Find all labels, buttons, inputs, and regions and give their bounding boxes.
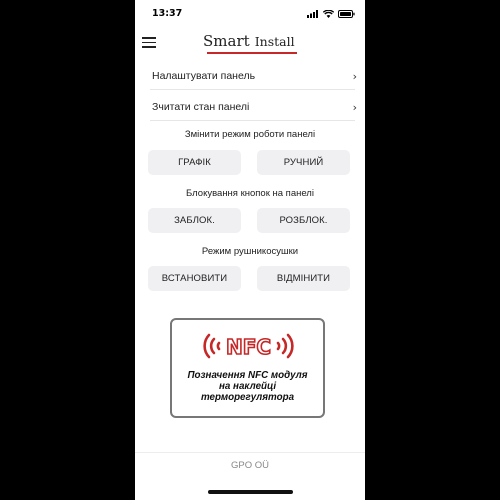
lock-section-title: Блокування кнопок на панелі [186, 188, 314, 199]
cancel-towel-mode-button[interactable]: ВІДМІНИТИ [257, 266, 350, 291]
nfc-logo-icon: NFC [203, 333, 294, 360]
footer-divider [135, 452, 365, 453]
cellular-signal-icon [307, 10, 318, 18]
nfc-caption-line: на наклейці [218, 381, 277, 392]
lock-buttons-button[interactable]: ЗАБЛОК. [148, 208, 241, 233]
phone-screen: 13:37 Smart Install Налаштувати панель ›… [135, 0, 365, 500]
app-logo: Smart Install [203, 31, 297, 54]
unlock-buttons-button[interactable]: РОЗБЛОК. [257, 208, 350, 233]
manual-mode-button[interactable]: РУЧНИЙ [257, 150, 350, 175]
logo-underline [207, 52, 297, 54]
schedule-mode-button[interactable]: ГРАФІК [148, 150, 241, 175]
wifi-icon [323, 10, 334, 18]
status-bar: 13:37 [135, 0, 365, 26]
divider [150, 89, 355, 90]
nfc-info-card: NFC Позначення NFC модуля на наклейці те… [170, 318, 325, 418]
chevron-right-icon: › [352, 100, 357, 114]
nfc-caption: Позначення NFC модуля на наклейці термор… [172, 370, 323, 403]
app-header: Smart Install [135, 26, 365, 60]
hamburger-menu-icon[interactable] [142, 37, 156, 49]
nav-configure-panel[interactable]: Налаштувати панель › [152, 63, 357, 89]
status-time: 13:37 [152, 8, 183, 19]
battery-icon [338, 10, 355, 18]
set-towel-mode-button[interactable]: ВСТАНОВИТИ [148, 266, 241, 291]
home-indicator[interactable] [208, 490, 293, 494]
logo-word-smart: Smart [203, 32, 250, 50]
nav-configure-panel-label: Налаштувати панель [152, 70, 256, 82]
status-icons [307, 9, 355, 19]
chevron-right-icon: › [352, 69, 357, 83]
divider [150, 120, 355, 121]
nfc-logo-text: NFC [226, 335, 271, 359]
nav-read-panel-state[interactable]: Зчитати стан панелі › [152, 94, 357, 120]
nfc-caption-line: терморегулятора [200, 392, 295, 403]
logo-word-install: Install [254, 34, 295, 49]
nfc-caption-line: Позначення NFC модуля [187, 370, 308, 381]
towel-section-title: Режим рушникосушки [201, 246, 299, 257]
footer-company: GPO OÜ [230, 460, 269, 471]
mode-section-title: Змінити режим роботи панелі [184, 129, 316, 140]
nav-read-panel-state-label: Зчитати стан панелі [152, 101, 250, 113]
